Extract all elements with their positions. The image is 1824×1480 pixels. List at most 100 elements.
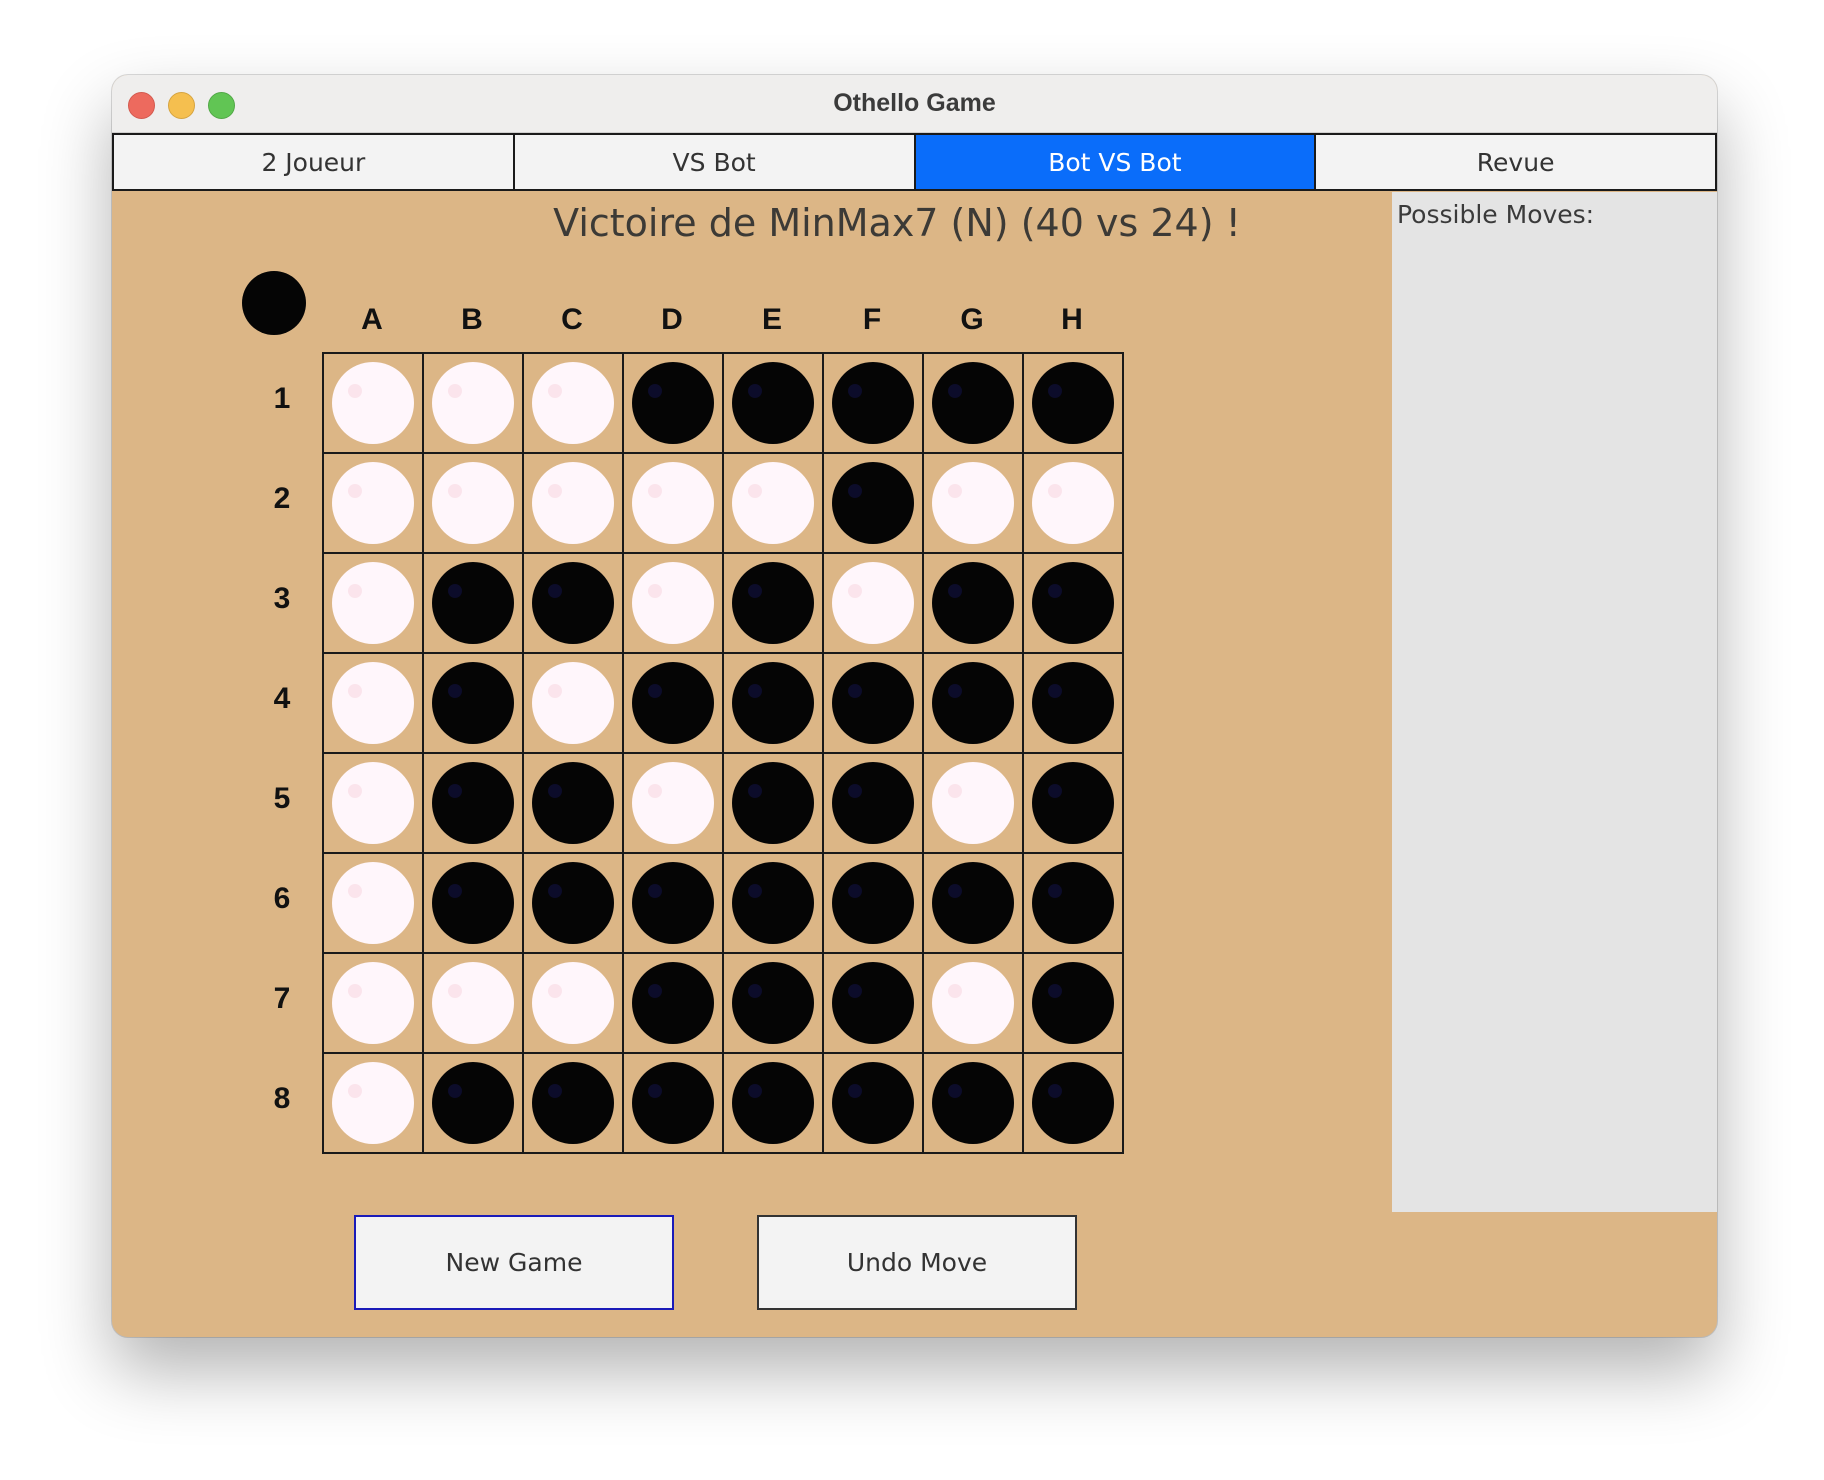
white-piece [332, 1062, 414, 1144]
white-piece [532, 462, 614, 544]
board-cell-a6[interactable] [324, 854, 424, 954]
board-cell-e4[interactable] [724, 654, 824, 754]
row-label-6: 6 [273, 882, 291, 915]
board-cell-g4[interactable] [924, 654, 1024, 754]
board-cell-b6[interactable] [424, 854, 524, 954]
new-game-button[interactable]: New Game [354, 1215, 674, 1310]
black-piece [532, 562, 614, 644]
board-cell-a4[interactable] [324, 654, 424, 754]
possible-moves-panel: Possible Moves: [1392, 192, 1717, 1212]
mode-tabs: 2 Joueur VS Bot Bot VS Bot Revue [112, 133, 1717, 191]
board-cell-f4[interactable] [824, 654, 924, 754]
board-cell-c6[interactable] [524, 854, 624, 954]
board-cell-b2[interactable] [424, 454, 524, 554]
board-cell-b8[interactable] [424, 1054, 524, 1154]
row-label-5: 5 [273, 782, 291, 815]
row-label-3: 3 [273, 582, 291, 615]
board-cell-b3[interactable] [424, 554, 524, 654]
board-cell-b5[interactable] [424, 754, 524, 854]
white-piece [632, 562, 714, 644]
tab-bot-vs-bot[interactable]: Bot VS Bot [913, 133, 1317, 191]
board-cell-c1[interactable] [524, 354, 624, 454]
board-cell-e3[interactable] [724, 554, 824, 654]
black-piece [832, 362, 914, 444]
board-cell-e1[interactable] [724, 354, 824, 454]
board-cell-c4[interactable] [524, 654, 624, 754]
tab-2-joueur[interactable]: 2 Joueur [112, 133, 515, 191]
board-cell-h1[interactable] [1024, 354, 1124, 454]
board-cell-d4[interactable] [624, 654, 724, 754]
board-cell-d3[interactable] [624, 554, 724, 654]
board-cell-d1[interactable] [624, 354, 724, 454]
board-cell-e2[interactable] [724, 454, 824, 554]
board-cell-h7[interactable] [1024, 954, 1124, 1054]
black-piece [432, 562, 514, 644]
board-cell-c8[interactable] [524, 1054, 624, 1154]
board-cell-a7[interactable] [324, 954, 424, 1054]
board-cell-d7[interactable] [624, 954, 724, 1054]
board-cell-e8[interactable] [724, 1054, 824, 1154]
black-piece [532, 862, 614, 944]
board-cell-h6[interactable] [1024, 854, 1124, 954]
board-cell-g6[interactable] [924, 854, 1024, 954]
tab-revue[interactable]: Revue [1314, 133, 1717, 191]
board-cell-f8[interactable] [824, 1054, 924, 1154]
white-piece [332, 562, 414, 644]
white-piece [332, 362, 414, 444]
board-cell-a1[interactable] [324, 354, 424, 454]
black-piece [1032, 862, 1114, 944]
board-cell-f5[interactable] [824, 754, 924, 854]
row-label-1: 1 [273, 382, 291, 415]
board-cell-f2[interactable] [824, 454, 924, 554]
column-label-f: F [862, 303, 882, 336]
black-piece [1032, 962, 1114, 1044]
white-piece [632, 762, 714, 844]
board-cell-a5[interactable] [324, 754, 424, 854]
board-cell-g7[interactable] [924, 954, 1024, 1054]
black-piece [732, 762, 814, 844]
column-label-g: G [960, 303, 984, 336]
black-piece [732, 862, 814, 944]
board-cell-d5[interactable] [624, 754, 724, 854]
board-cell-e6[interactable] [724, 854, 824, 954]
board-cell-d2[interactable] [624, 454, 724, 554]
black-piece [832, 462, 914, 544]
board-cell-d6[interactable] [624, 854, 724, 954]
board-cell-h2[interactable] [1024, 454, 1124, 554]
black-piece [432, 662, 514, 744]
undo-move-button[interactable]: Undo Move [757, 1215, 1077, 1310]
board-cell-h4[interactable] [1024, 654, 1124, 754]
board-cell-g1[interactable] [924, 354, 1024, 454]
white-piece [1032, 462, 1114, 544]
white-piece [432, 962, 514, 1044]
board-cell-c2[interactable] [524, 454, 624, 554]
board-cell-b7[interactable] [424, 954, 524, 1054]
board-cell-a3[interactable] [324, 554, 424, 654]
board-cell-d8[interactable] [624, 1054, 724, 1154]
white-piece [532, 962, 614, 1044]
board-cell-g8[interactable] [924, 1054, 1024, 1154]
board-cell-c5[interactable] [524, 754, 624, 854]
board-cell-c3[interactable] [524, 554, 624, 654]
board-cell-b1[interactable] [424, 354, 524, 454]
board-cell-e7[interactable] [724, 954, 824, 1054]
board-cell-g2[interactable] [924, 454, 1024, 554]
board-cell-g3[interactable] [924, 554, 1024, 654]
board-cell-f7[interactable] [824, 954, 924, 1054]
board-cell-h5[interactable] [1024, 754, 1124, 854]
tab-vs-bot[interactable]: VS Bot [512, 133, 916, 191]
board-cell-g5[interactable] [924, 754, 1024, 854]
board-cell-a2[interactable] [324, 454, 424, 554]
board-cell-h8[interactable] [1024, 1054, 1124, 1154]
black-piece [632, 862, 714, 944]
board-cell-a8[interactable] [324, 1054, 424, 1154]
board-cell-f6[interactable] [824, 854, 924, 954]
black-piece [732, 362, 814, 444]
board-cell-f1[interactable] [824, 354, 924, 454]
board-cell-f3[interactable] [824, 554, 924, 654]
board-cell-h3[interactable] [1024, 554, 1124, 654]
board-cell-b4[interactable] [424, 654, 524, 754]
white-piece [632, 462, 714, 544]
board-cell-c7[interactable] [524, 954, 624, 1054]
board-cell-e5[interactable] [724, 754, 824, 854]
